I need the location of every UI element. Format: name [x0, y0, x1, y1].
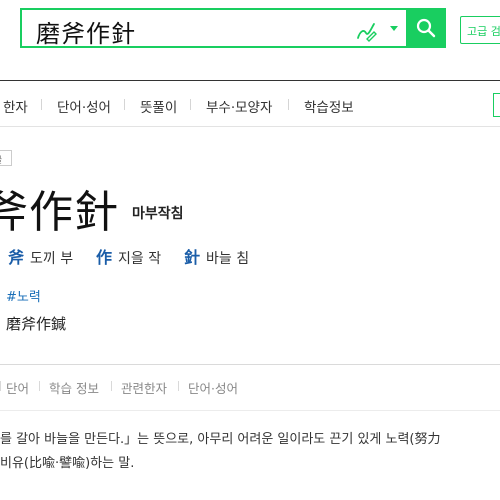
- subnav-divider: [111, 381, 112, 391]
- search-input[interactable]: 磨斧作針: [36, 14, 136, 49]
- tab-meaning[interactable]: 뜻풀이: [140, 96, 177, 116]
- description-text: 를 갈아 바늘을 만든다.」는 뜻으로, 아무리 어려운 일이라도 끈기 있게 …: [0, 432, 441, 447]
- handwriting-input-icon[interactable]: [354, 19, 378, 43]
- reading-label: 마부작침: [132, 206, 184, 222]
- nav-divider: [124, 99, 125, 110]
- search-icon: [416, 18, 436, 38]
- subnav-divider: [39, 381, 40, 391]
- main-nav: 한자 단어·성어 뜻풀이 부수·모양자 학습정보: [0, 81, 500, 127]
- character-hanja[interactable]: 針: [184, 248, 200, 267]
- tab-hanja[interactable]: 한자: [3, 96, 28, 116]
- nav-right-button[interactable]: [493, 93, 500, 117]
- character-meaning: 지을 작: [118, 251, 162, 267]
- subnav-words-idioms[interactable]: 단어·성어: [188, 378, 238, 397]
- subnav-related-hanja[interactable]: 관련한자: [121, 378, 167, 397]
- tab-words-idioms[interactable]: 단어·성어: [57, 96, 111, 116]
- subnav-divider: [0, 381, 1, 391]
- character-meaning: 도끼 부: [30, 251, 74, 267]
- character-hanja[interactable]: 作: [96, 248, 112, 267]
- hashtag-link[interactable]: #노력: [6, 286, 41, 305]
- category-tag: 글: [0, 150, 12, 166]
- tab-learning-info[interactable]: 학습정보: [304, 96, 354, 116]
- search-button[interactable]: [406, 8, 446, 48]
- character-item[interactable]: 作 지을 작: [96, 244, 162, 267]
- nav-divider: [41, 99, 42, 110]
- character-hanja[interactable]: 斧: [8, 248, 24, 267]
- section-divider: [0, 364, 500, 365]
- character-meaning: 바늘 침: [206, 251, 250, 267]
- advanced-search-button[interactable]: 고급 검: [460, 16, 500, 44]
- nav-divider: [190, 99, 191, 110]
- nav-divider: [288, 99, 289, 110]
- subnav-words[interactable]: 단어: [6, 378, 29, 397]
- search-box[interactable]: 磨斧作針: [20, 8, 446, 48]
- variant-form: 磨斧作鍼: [6, 315, 67, 333]
- character-item[interactable]: 針 바늘 침: [184, 244, 250, 267]
- character-item[interactable]: 斧 도끼 부: [8, 244, 74, 267]
- description-text: 비유(比喩·譬喩)하는 말.: [0, 456, 135, 471]
- search-header: 磨斧作針 고급 검: [0, 0, 500, 80]
- section-divider: [0, 410, 500, 411]
- page-title: 斧作針: [0, 187, 119, 238]
- tab-radical-shape[interactable]: 부수·모양자: [206, 96, 272, 116]
- subnav-learning-info[interactable]: 학습 정보: [49, 378, 99, 397]
- subnav-divider: [178, 381, 179, 391]
- chevron-down-icon[interactable]: [390, 26, 398, 31]
